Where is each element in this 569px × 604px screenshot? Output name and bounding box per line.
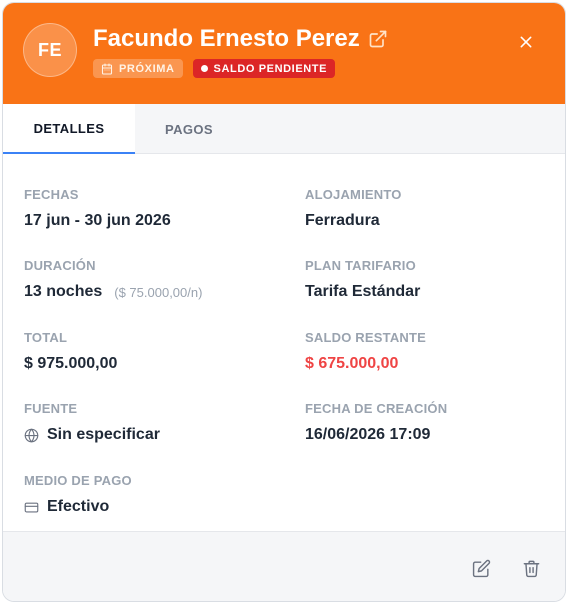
globe-icon xyxy=(24,428,39,443)
status-badges: PRÓXIMA SALDO PENDIENTE xyxy=(93,59,336,78)
field-saldo-restante: SALDO RESTANTE $ 675.000,00 xyxy=(305,330,426,373)
calendar-icon xyxy=(101,62,113,75)
field-value: $ 975.000,00 xyxy=(24,355,118,372)
field-label: DURACIÓN xyxy=(24,258,96,273)
fuente-value: Sin especificar xyxy=(47,426,160,443)
field-label: PLAN TARIFARIO xyxy=(305,258,416,273)
field-label: FUENTE xyxy=(24,401,78,416)
field-label: SALDO RESTANTE xyxy=(305,330,427,345)
duracion-value: 13 noches xyxy=(24,283,103,300)
badge-proxima: PRÓXIMA xyxy=(93,59,183,78)
close-icon xyxy=(518,34,534,50)
edit-button[interactable] xyxy=(471,558,491,578)
card-header: FE Facundo Ernesto Perez PRÓXIMA SALDO P… xyxy=(3,3,565,104)
field-value: Sin especificar xyxy=(24,426,160,444)
badge-proxima-label: PRÓXIMA xyxy=(119,62,175,75)
close-button[interactable] xyxy=(517,33,535,51)
reservation-detail-card: FE Facundo Ernesto Perez PRÓXIMA SALDO P… xyxy=(2,2,566,602)
guest-name: Facundo Ernesto Perez xyxy=(93,25,360,52)
field-value: Ferradura xyxy=(305,212,380,229)
tab-detalles[interactable]: DETALLES xyxy=(3,104,135,154)
guest-name-row: Facundo Ernesto Perez xyxy=(93,25,388,53)
card-footer xyxy=(3,531,565,601)
field-value: 13 noches ($ 75.000,00/n) xyxy=(24,283,202,301)
edit-icon xyxy=(472,559,491,578)
field-label: MEDIO DE PAGO xyxy=(24,473,132,488)
credit-card-icon xyxy=(24,500,39,515)
avatar: FE xyxy=(23,23,77,77)
field-value: 17 jun - 30 jun 2026 xyxy=(24,212,171,229)
tab-bar: DETALLES PAGOS xyxy=(3,104,565,154)
status-dot-icon xyxy=(200,65,208,72)
field-fechas: FECHAS 17 jun - 30 jun 2026 xyxy=(24,187,171,230)
field-fecha-creacion: FECHA DE CREACIÓN 16/06/2026 17:09 xyxy=(305,401,447,444)
field-fuente: FUENTE Sin especificar xyxy=(24,401,160,444)
badge-saldo-label: SALDO PENDIENTE xyxy=(213,62,328,75)
field-plan-tarifario: PLAN TARIFARIO Tarifa Estándar xyxy=(305,258,420,301)
field-label: FECHA DE CREACIÓN xyxy=(305,401,448,416)
details-panel: FECHAS 17 jun - 30 jun 2026 ALOJAMIENTO … xyxy=(3,155,565,531)
field-value: $ 675.000,00 xyxy=(305,355,399,372)
external-link-icon[interactable] xyxy=(368,29,388,49)
badge-saldo-pendiente: SALDO PENDIENTE xyxy=(192,59,336,78)
field-total: TOTAL $ 975.000,00 xyxy=(24,330,117,373)
field-alojamiento: ALOJAMIENTO Ferradura xyxy=(305,187,402,230)
field-duracion: DURACIÓN 13 noches ($ 75.000,00/n) xyxy=(24,258,202,301)
field-label: ALOJAMIENTO xyxy=(305,187,402,202)
field-value: 16/06/2026 17:09 xyxy=(305,426,431,443)
field-label: FECHAS xyxy=(24,187,79,202)
trash-icon xyxy=(522,559,541,578)
field-label: TOTAL xyxy=(24,330,68,345)
field-value: Tarifa Estándar xyxy=(305,283,421,300)
tab-pagos[interactable]: PAGOS xyxy=(135,104,243,154)
delete-button[interactable] xyxy=(521,558,541,578)
medio-value: Efectivo xyxy=(47,498,110,515)
field-medio-pago: MEDIO DE PAGO Efectivo xyxy=(24,473,132,516)
field-value: Efectivo xyxy=(24,498,132,516)
nightly-rate: ($ 75.000,00/n) xyxy=(114,284,203,300)
